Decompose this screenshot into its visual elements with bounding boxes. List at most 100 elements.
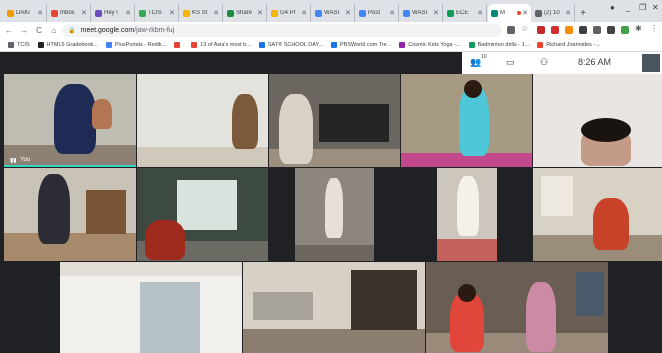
video-background xyxy=(295,245,374,261)
close-icon[interactable]: ✕ xyxy=(433,9,439,17)
drive-icon xyxy=(227,9,234,17)
video-tile[interactable] xyxy=(243,262,425,353)
star-icon[interactable]: ☆ xyxy=(521,24,529,33)
extension-icon[interactable] xyxy=(579,26,587,34)
maximize-button[interactable]: ❐ xyxy=(639,3,646,12)
close-icon[interactable]: ✕ xyxy=(565,9,571,17)
extension-icon[interactable] xyxy=(537,26,545,34)
video-tile[interactable] xyxy=(533,168,662,261)
browser-tab[interactable]: Inbox ✕ xyxy=(48,4,91,22)
browser-tab[interactable]: Post ✕ xyxy=(356,4,399,22)
close-icon[interactable]: ✕ xyxy=(477,9,483,17)
close-icon[interactable]: ✕ xyxy=(213,9,219,17)
video-background xyxy=(137,147,268,167)
bookmark-icon xyxy=(37,42,44,48)
tab-favicon-icon xyxy=(95,9,102,17)
close-icon[interactable]: ✕ xyxy=(37,9,43,17)
extension-icon[interactable] xyxy=(607,26,615,34)
video-tile[interactable] xyxy=(269,168,400,261)
participant-head xyxy=(458,284,476,302)
url-path: /jaw-rkbm-fuj xyxy=(134,27,175,34)
close-window-button[interactable]: ✕ xyxy=(652,3,659,12)
profile-icon[interactable]: ● xyxy=(610,3,615,12)
bookmark-item[interactable]: SAT® SCHOOL DAY... xyxy=(258,42,323,48)
bookmark-icon xyxy=(258,42,265,48)
new-tab-button[interactable]: + xyxy=(576,4,590,22)
close-icon[interactable]: ✕ xyxy=(301,9,307,17)
participant-figure xyxy=(526,282,556,352)
activities-icon[interactable]: ⚇ xyxy=(540,57,548,68)
browser-tab[interactable]: DAKi ✕ xyxy=(4,4,47,22)
bookmark-item[interactable]: TCIS xyxy=(8,42,30,48)
browser-tab[interactable]: Share ✕ xyxy=(224,4,267,22)
bookmark-item[interactable]: Badminton drills - 1... xyxy=(468,42,529,48)
bookmark-item[interactable]: Cosmic Kids Yoga -... xyxy=(399,42,461,48)
browser-tab[interactable]: (2) 10 ✕ xyxy=(532,4,575,22)
browser-tab[interactable]: KS St ✕ xyxy=(180,4,223,22)
close-icon[interactable]: ✕ xyxy=(81,9,87,17)
bookmark-item[interactable]: 13 of Asia's most b... xyxy=(191,42,251,48)
back-button[interactable]: ← xyxy=(3,26,15,35)
puzzle-icon[interactable]: ✱ xyxy=(635,24,643,33)
video-background xyxy=(243,329,425,353)
tab-favicon-icon xyxy=(7,9,14,17)
browser-tab[interactable]: WASI ✕ xyxy=(312,4,355,22)
close-icon[interactable]: ✕ xyxy=(169,9,175,17)
bookmark-item[interactable]: PlusPortals - Redik... xyxy=(105,42,166,48)
video-tile[interactable] xyxy=(401,168,532,261)
participant-figure xyxy=(38,174,70,244)
close-icon[interactable]: ✕ xyxy=(522,9,528,17)
browser-tab[interactable]: WASI ✕ xyxy=(400,4,443,22)
participant-figure xyxy=(593,198,629,250)
slides-icon xyxy=(271,9,278,17)
bookmark-item[interactable]: PBSWorld.com Tre... xyxy=(331,42,391,48)
video-background xyxy=(437,239,497,261)
close-icon[interactable]: ✕ xyxy=(125,9,131,17)
participant-figure xyxy=(279,94,313,164)
video-tile[interactable] xyxy=(533,74,662,167)
extension-icon[interactable] xyxy=(551,26,559,34)
video-tile[interactable] xyxy=(4,168,136,261)
bookmark-item[interactable]: Richard Joannides -... xyxy=(537,42,600,48)
camera-icon[interactable] xyxy=(507,26,515,34)
video-tile[interactable] xyxy=(137,74,268,167)
menu-icon[interactable]: ⋮ xyxy=(650,24,658,33)
video-tile[interactable] xyxy=(137,168,268,261)
curtain xyxy=(140,282,200,353)
video-tile[interactable] xyxy=(426,262,608,353)
self-view-thumbnail[interactable] xyxy=(642,54,660,72)
bookmark-item[interactable] xyxy=(174,42,183,48)
reload-button[interactable]: C xyxy=(33,26,45,35)
extension-icon[interactable] xyxy=(621,26,629,34)
home-button[interactable]: ⌂ xyxy=(48,26,60,35)
participant-name-label: ▮▮ You xyxy=(10,157,31,164)
chat-icon[interactable]: ▭ xyxy=(506,57,515,68)
classroom-icon xyxy=(447,9,454,17)
bookmark-item[interactable]: HTML5 Gradebook... xyxy=(37,42,98,48)
meet-grid: 👥 10 ▭ ⚇ 8:26 AM ▮▮ You xyxy=(0,52,662,353)
close-icon[interactable]: ✕ xyxy=(389,9,395,17)
folder-icon xyxy=(8,42,14,48)
close-icon[interactable]: ✕ xyxy=(257,9,263,17)
bookshelf xyxy=(86,190,126,234)
browser-tab-active[interactable]: M ✕ xyxy=(488,4,531,22)
video-tile[interactable] xyxy=(401,74,532,167)
extension-icon[interactable] xyxy=(565,26,573,34)
close-icon[interactable]: ✕ xyxy=(345,9,351,17)
cabinet xyxy=(351,270,417,330)
forward-button[interactable]: → xyxy=(18,26,30,35)
video-tile-you[interactable]: ▮▮ You xyxy=(4,74,136,167)
address-bar[interactable]: 🔒 meet.google.com/jaw-rkbm-fuj xyxy=(62,24,502,37)
browser-tab[interactable]: TCIS ✕ xyxy=(136,4,179,22)
docs-icon xyxy=(403,9,410,17)
url-host: meet.google.com xyxy=(80,27,135,34)
video-tile[interactable] xyxy=(60,262,242,353)
video-tile[interactable] xyxy=(269,74,400,167)
people-icon[interactable]: 👥 xyxy=(470,57,481,68)
minimize-button[interactable]: _ xyxy=(626,3,630,12)
participant-figure xyxy=(54,84,96,154)
extension-icon[interactable] xyxy=(593,26,601,34)
browser-tab[interactable]: ECE ✕ xyxy=(444,4,487,22)
browser-tab[interactable]: Hey l ✕ xyxy=(92,4,135,22)
browser-tab[interactable]: G4 Pr ✕ xyxy=(268,4,311,22)
